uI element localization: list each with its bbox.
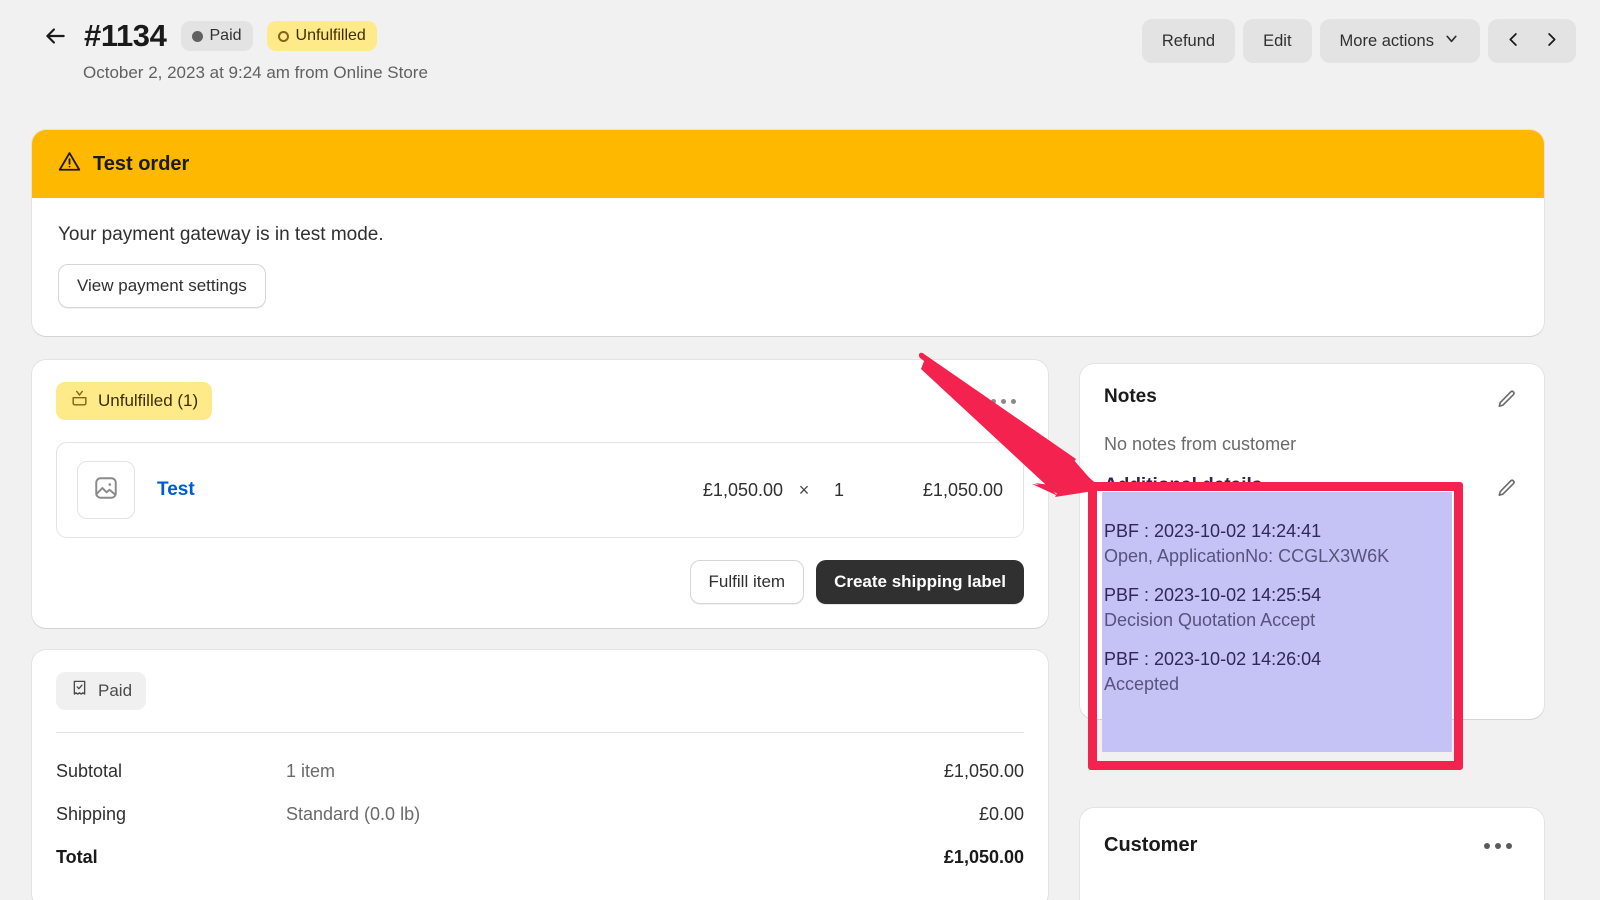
fulfillment-menu-button[interactable] — [983, 391, 1024, 412]
row-label: Shipping — [56, 804, 286, 825]
table-row: Subtotal 1 item £1,050.00 — [56, 755, 1024, 798]
line-items-box: Test £1,050.00 × 1 £1,050.00 — [56, 442, 1024, 538]
customer-title: Customer — [1104, 834, 1197, 857]
line-item-row: Test £1,050.00 × 1 £1,050.00 — [77, 461, 1003, 519]
view-payment-settings-button[interactable]: View payment settings — [58, 264, 266, 308]
kebab-dot-icon — [991, 399, 996, 404]
row-amount: £1,050.00 — [944, 761, 1024, 782]
additional-details-content: Additional details PBF : 2023-10-02 14:2… — [1104, 475, 1520, 695]
order-details-page: #1134 Paid Unfulfilled October 2, 2023 a… — [0, 0, 1600, 900]
previous-order-button[interactable] — [1494, 22, 1532, 60]
table-row: Shipping Standard (0.0 lb) £0.00 — [56, 798, 1024, 841]
entry-timestamp: PBF : 2023-10-02 14:25:54 — [1104, 585, 1520, 606]
warning-triangle-icon — [58, 150, 81, 178]
payment-status-label: Paid — [98, 681, 132, 701]
kebab-dot-icon — [1001, 399, 1006, 404]
banner-header: Test order — [32, 130, 1544, 198]
pencil-edit-icon[interactable] — [1493, 386, 1520, 418]
page-header: #1134 Paid Unfulfilled October 2, 2023 a… — [0, 0, 1600, 110]
row-amount: £0.00 — [979, 804, 1024, 825]
edit-button[interactable]: Edit — [1243, 19, 1311, 63]
row-label: Total — [56, 847, 286, 868]
more-actions-label: More actions — [1340, 32, 1434, 51]
back-arrow-icon[interactable] — [40, 21, 70, 51]
status-badge-unfulfilled-label: Unfulfilled — [296, 28, 366, 44]
payment-rows: Subtotal 1 item £1,050.00 Shipping Stand… — [56, 732, 1024, 884]
payment-status-chip: Paid — [56, 672, 146, 710]
kebab-dot-icon — [1495, 843, 1501, 849]
pencil-edit-icon[interactable] — [1493, 475, 1520, 507]
image-placeholder-icon — [93, 475, 119, 506]
banner-message: Your payment gateway is in test mode. — [58, 224, 1518, 246]
header-left: #1134 Paid Unfulfilled October 2, 2023 a… — [40, 18, 428, 83]
status-badge-paid-label: Paid — [210, 28, 242, 44]
fulfillment-card: Unfulfilled (1) — [32, 360, 1048, 628]
order-pagination — [1488, 19, 1576, 63]
next-order-button[interactable] — [1532, 22, 1570, 60]
entry-timestamp: PBF : 2023-10-02 14:26:04 — [1104, 649, 1520, 670]
customer-card: Customer — [1080, 808, 1544, 900]
kebab-dot-icon — [1484, 843, 1490, 849]
kebab-dot-icon — [1506, 843, 1512, 849]
fulfillment-header: Unfulfilled (1) — [56, 382, 1024, 420]
product-name-link[interactable]: Test — [157, 479, 195, 501]
fulfillment-actions: Fulfill item Create shipping label — [56, 560, 1024, 604]
chevron-down-icon — [1443, 30, 1460, 52]
customer-menu-button[interactable] — [1476, 835, 1520, 857]
notes-empty-text: No notes from customer — [1080, 418, 1544, 455]
paid-receipt-icon — [70, 679, 89, 703]
line-item-pricing: £1,050.00 × 1 £1,050.00 — [663, 480, 1003, 501]
page-title: #1134 — [84, 18, 167, 54]
test-order-banner: Test order Your payment gateway is in te… — [32, 130, 1544, 336]
notes-card: Notes No notes from customer Additional … — [1080, 364, 1544, 719]
product-thumbnail — [77, 461, 135, 519]
chevron-right-icon — [1542, 30, 1561, 52]
additional-details-title: Additional details — [1104, 475, 1262, 497]
status-badge-unfulfilled: Unfulfilled — [267, 21, 377, 51]
entry-description: Accepted — [1104, 674, 1520, 695]
order-timestamp: October 2, 2023 at 9:24 am from Online S… — [83, 63, 428, 83]
row-amount: £1,050.00 — [944, 847, 1024, 868]
entry-description: Open, ApplicationNo: CCGLX3W6K — [1104, 546, 1520, 567]
unfulfilled-package-icon — [70, 389, 89, 413]
row-detail: 1 item — [286, 761, 944, 782]
status-badge-paid: Paid — [181, 21, 253, 51]
additional-details-entries: PBF : 2023-10-02 14:24:41 Open, Applicat… — [1104, 521, 1520, 695]
entry-description: Decision Quotation Accept — [1104, 610, 1520, 631]
header-actions: Refund Edit More actions — [1142, 19, 1576, 63]
additional-details-section: Additional details PBF : 2023-10-02 14:2… — [1080, 475, 1544, 719]
kebab-dot-icon — [1011, 399, 1016, 404]
chevron-left-icon — [1504, 30, 1523, 52]
status-ring-icon — [278, 31, 289, 42]
unit-price: £1,050.00 — [663, 480, 783, 501]
refund-button[interactable]: Refund — [1142, 19, 1235, 63]
fulfill-item-button[interactable]: Fulfill item — [690, 560, 805, 604]
create-shipping-label-button[interactable]: Create shipping label — [816, 560, 1024, 604]
additional-details-header: Additional details — [1104, 475, 1520, 507]
table-row: Total £1,050.00 — [56, 841, 1024, 884]
entry-timestamp: PBF : 2023-10-02 14:24:41 — [1104, 521, 1520, 542]
notes-header: Notes — [1080, 386, 1544, 418]
line-total: £1,050.00 — [853, 480, 1003, 501]
row-detail: Standard (0.0 lb) — [286, 804, 979, 825]
payment-summary-card: Paid Subtotal 1 item £1,050.00 Shipping … — [32, 650, 1048, 900]
row-label: Subtotal — [56, 761, 286, 782]
fulfillment-status-label: Unfulfilled (1) — [98, 391, 198, 411]
quantity-value: 1 — [825, 480, 853, 501]
banner-title: Test order — [93, 153, 189, 176]
multiply-symbol: × — [783, 480, 825, 501]
banner-body: Your payment gateway is in test mode. Vi… — [32, 198, 1544, 336]
customer-header: Customer — [1104, 834, 1520, 857]
title-row: #1134 Paid Unfulfilled — [40, 18, 428, 54]
status-dot-icon — [192, 31, 203, 42]
fulfillment-status-chip: Unfulfilled (1) — [56, 382, 212, 420]
more-actions-button[interactable]: More actions — [1320, 19, 1480, 63]
notes-title: Notes — [1104, 386, 1157, 408]
